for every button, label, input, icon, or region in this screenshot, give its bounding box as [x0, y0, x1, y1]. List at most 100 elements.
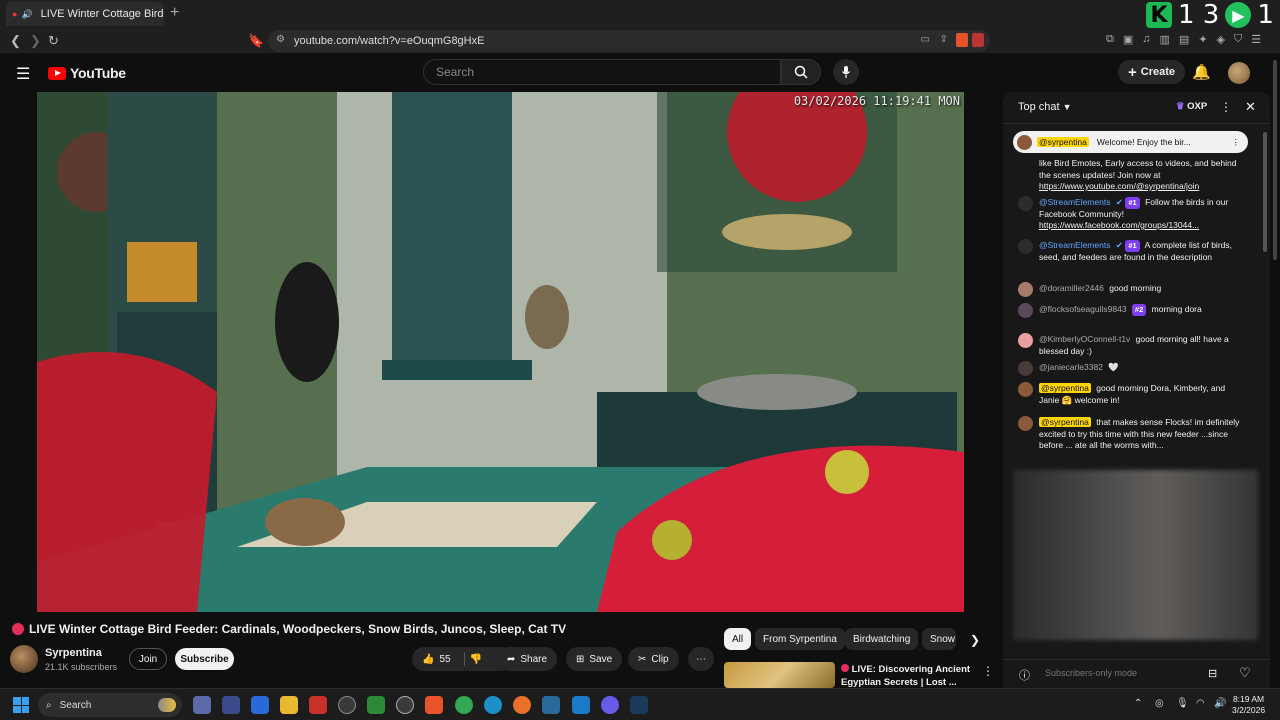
brave-icon[interactable] [425, 696, 443, 714]
more-actions-button[interactable]: ⋯ [688, 647, 714, 671]
sidebar-icon[interactable]: ▥ [1160, 33, 1170, 46]
hamburger-menu-icon[interactable]: ☰ [16, 64, 30, 84]
like-icon[interactable]: 👍 [422, 654, 434, 665]
play-icon: ▶ [1225, 2, 1252, 28]
mic-tray-icon[interactable]: 🎙 [1176, 698, 1189, 709]
screenshot-icon[interactable]: ▣ [1123, 33, 1133, 46]
message-author[interactable]: @doramiller2446 [1039, 283, 1104, 293]
music-icon[interactable]: ♫ [1142, 33, 1150, 46]
message-link[interactable]: https://www.youtube.com/@syrpentina/join [1039, 181, 1199, 191]
video-player[interactable]: 03/02/2026 11:19:41 MON [37, 92, 964, 612]
bookmark-icon[interactable]: 🔖 [248, 33, 264, 49]
chevron-right-icon[interactable]: ❯ [970, 633, 980, 647]
chrome-icon[interactable] [455, 696, 473, 714]
taskbar-clock[interactable]: 8:19 AM 3/2/2026 [1232, 694, 1265, 716]
vpn-icon[interactable]: ◈ [1217, 33, 1225, 46]
shield-icon[interactable]: ⛉ [1234, 33, 1242, 46]
copilot-icon[interactable] [193, 696, 211, 714]
close-chat-icon[interactable]: ✕ [1245, 99, 1256, 115]
audio-icon[interactable]: ● [12, 9, 17, 19]
reload-icon[interactable]: ↻ [48, 33, 59, 49]
heart-icon[interactable]: ♡ [1239, 665, 1251, 681]
channel-name[interactable]: Syrpentina [45, 647, 102, 659]
chat-scrollbar[interactable] [1263, 132, 1267, 252]
browser-tab[interactable]: ● 🔊 LIVE Winter Cottage Bird F ✕ [6, 2, 164, 26]
user-avatar[interactable] [1228, 62, 1250, 84]
back-icon[interactable]: ❮ [10, 33, 21, 49]
clip-button[interactable]: ✂ Clip [628, 647, 679, 671]
message-author[interactable]: @KimberlyOConnell-t1v [1039, 334, 1130, 344]
taskbar-search[interactable]: ⌕ Search [38, 693, 182, 717]
firefox-icon[interactable] [513, 696, 531, 714]
top-chat-dropdown[interactable]: Top chat ▼ [1018, 101, 1072, 113]
share-button[interactable]: ➦ Share [497, 647, 558, 671]
message-author[interactable]: @syrpentina [1039, 383, 1091, 393]
live-icon [12, 623, 24, 635]
extensions-icon[interactable]: ⧉ [1106, 33, 1114, 46]
speaker-icon[interactable]: 🔊 [21, 9, 32, 20]
wallet-icon[interactable]: ▤ [1179, 33, 1189, 46]
message-author[interactable]: @syrpentina [1039, 417, 1091, 427]
chevron-up-icon[interactable]: ⌃ [1134, 698, 1142, 709]
app-icon[interactable] [338, 696, 356, 714]
message-author[interactable]: @StreamElements [1039, 197, 1110, 207]
search-button[interactable] [781, 59, 821, 85]
pinned-message[interactable]: @syrpentina Welcome! Enjoy the bir... ⋮ [1013, 131, 1248, 153]
plus-icon: + [1128, 63, 1137, 81]
channel-avatar[interactable] [10, 645, 38, 673]
app-icon[interactable] [309, 696, 327, 714]
steam-icon[interactable] [630, 696, 648, 714]
subscribe-button[interactable]: Subscribe [175, 648, 234, 670]
app-icon[interactable] [396, 696, 414, 714]
app-icon[interactable] [542, 696, 560, 714]
message-author[interactable]: @flocksofseagulls9843 [1039, 304, 1127, 314]
browser-menu-icon[interactable]: ☰ [1251, 33, 1261, 46]
oxp-badge[interactable]: ♛ OXP [1176, 101, 1207, 112]
voice-search-button[interactable] [833, 59, 859, 85]
message-author[interactable]: @StreamElements [1039, 240, 1110, 250]
notifications-bell-icon[interactable]: 🔔 [1192, 63, 1211, 81]
chat-more-icon[interactable]: ⋮ [1220, 100, 1232, 114]
save-button[interactable]: ⊞ Save [566, 647, 623, 671]
new-tab-button[interactable]: + [170, 4, 179, 22]
search-input[interactable]: Search [423, 59, 781, 85]
youtube-logo[interactable]: YouTube [48, 65, 126, 81]
edge-icon[interactable] [484, 696, 502, 714]
recommended-thumbnail[interactable] [724, 662, 835, 688]
dislike-icon[interactable]: 👎 [470, 654, 482, 665]
site-info-icon[interactable]: ⚙ [276, 34, 285, 45]
wifi-icon[interactable]: ◠ [1196, 698, 1205, 709]
page-scrollbar[interactable] [1273, 60, 1277, 260]
create-button[interactable]: + Create [1118, 60, 1186, 84]
cast-icon[interactable]: ▭ [921, 34, 930, 45]
chip-snow[interactable]: Snow [922, 628, 956, 650]
vscode-icon[interactable] [572, 696, 590, 714]
volume-icon[interactable]: 🔊 [1214, 698, 1226, 709]
avatar [1017, 134, 1032, 150]
like-count[interactable]: 55 [439, 654, 450, 665]
recommended-title[interactable]: LIVE: Discovering Ancient Egyptian Secre… [841, 663, 976, 689]
app-icon[interactable] [222, 696, 240, 714]
network-tray-icon[interactable]: ◎ [1155, 698, 1164, 709]
discord-icon[interactable] [601, 696, 619, 714]
more-vertical-icon[interactable]: ⋮ [982, 664, 994, 678]
message-link[interactable]: https://www.facebook.com/groups/13044... [1039, 220, 1199, 230]
app-icon[interactable] [367, 696, 385, 714]
info-icon[interactable]: ⓘ [1019, 667, 1030, 683]
chip-birdwatching[interactable]: Birdwatching [845, 628, 919, 650]
chip-all[interactable]: All [724, 628, 752, 650]
brave-rewards-icon[interactable] [972, 33, 984, 47]
share-page-icon[interactable]: ⇪ [940, 34, 948, 45]
file-explorer-icon[interactable] [280, 696, 298, 714]
address-bar[interactable]: ⚙ youtube.com/watch?v=eOuqmG8gHxE ▭ ⇪ [268, 30, 990, 52]
windows-start-icon[interactable] [13, 697, 29, 713]
forward-icon[interactable]: ❯ [30, 33, 41, 49]
brave-shield-icon[interactable] [956, 33, 968, 47]
chip-from-syrpentina[interactable]: From Syrpentina [755, 628, 845, 650]
pinned-more-icon[interactable]: ⋮ [1232, 137, 1241, 148]
join-button[interactable]: Join [129, 648, 167, 670]
leo-icon[interactable]: ✦ [1198, 33, 1207, 46]
gift-icon[interactable]: ⊟ [1208, 667, 1217, 680]
app-icon[interactable] [251, 696, 269, 714]
message-author[interactable]: @janiecarle3382 [1039, 362, 1103, 372]
